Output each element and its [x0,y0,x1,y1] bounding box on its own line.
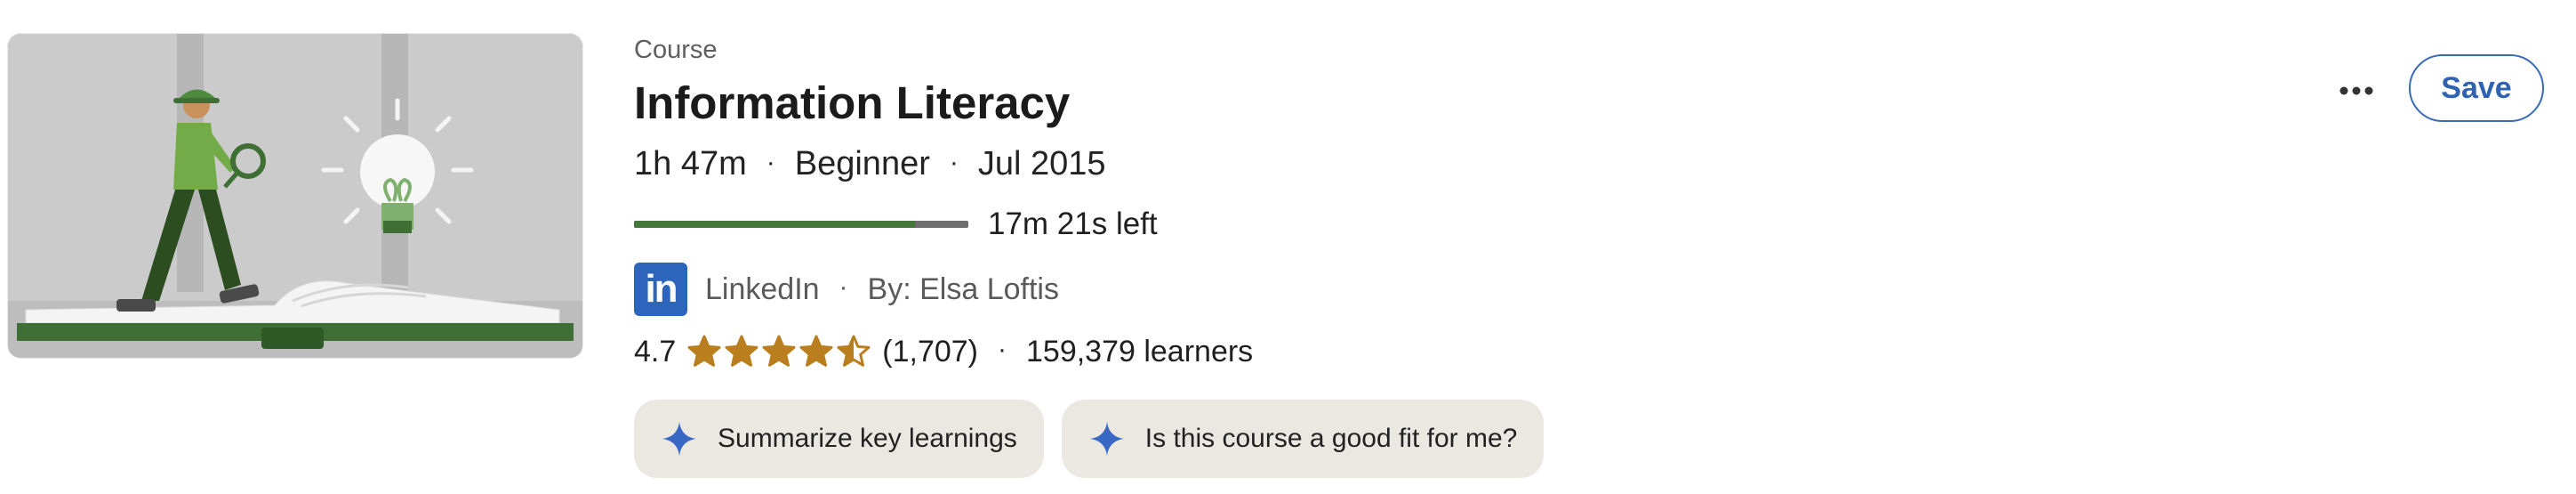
provider-name: LinkedIn [705,271,820,306]
linkedin-logo-icon: in [634,263,687,316]
course-thumbnail[interactable] [8,34,582,358]
star-icon [837,335,871,367]
chip-label: Is this course a good fit for me? [1144,424,1518,453]
progress-bar [634,221,968,228]
time-remaining: 17m 21s left [988,207,1158,241]
course-date: Jul 2015 [977,145,1106,182]
content-type-label: Course [634,36,718,64]
more-options-button[interactable] [2330,71,2383,110]
learners-count: 159,379 learners [1026,334,1254,368]
course-duration: 1h 47m [634,145,747,182]
sparkle-icon [1089,421,1125,457]
rating-stars [686,334,873,369]
course-level: Beginner [794,145,930,182]
rating-value: 4.7 [634,334,677,368]
star-icon [725,335,758,367]
sparkle-icon [662,421,697,457]
meta-separator: · [949,147,959,177]
course-title[interactable]: Information Literacy [634,77,1070,129]
chip-summarize-key-learnings[interactable]: Summarize key learnings [634,400,1044,478]
save-button[interactable]: Save [2409,54,2544,122]
meta-separator: · [839,272,848,302]
ai-prompt-chips: Summarize key learnings Is this course a… [634,400,1561,478]
provider-row: in LinkedIn · By: Elsa Loftis [634,263,1059,316]
meta-separator: · [998,335,1007,364]
course-card[interactable]: Course Information Literacy 1h 47m · Beg… [0,0,2576,494]
meta-separator: · [766,147,775,177]
course-meta: 1h 47m · Beginner · Jul 2015 [634,145,1106,183]
chip-course-good-fit[interactable]: Is this course a good fit for me? [1061,400,1545,478]
progress-row: 17m 21s left [634,207,1158,242]
chip-label: Summarize key learnings [718,424,1017,453]
author-name: By: Elsa Loftis [867,271,1059,306]
more-options-icon [2339,86,2373,95]
rating-count: (1,707) [882,334,978,368]
rating-row: 4.7 (1,707) · 159,379 learners [634,334,1253,369]
star-icon [799,335,833,367]
star-icon [762,335,796,367]
thumbnail-illustration [8,34,582,358]
progress-bar-fill [634,221,915,228]
star-icon [687,335,721,367]
